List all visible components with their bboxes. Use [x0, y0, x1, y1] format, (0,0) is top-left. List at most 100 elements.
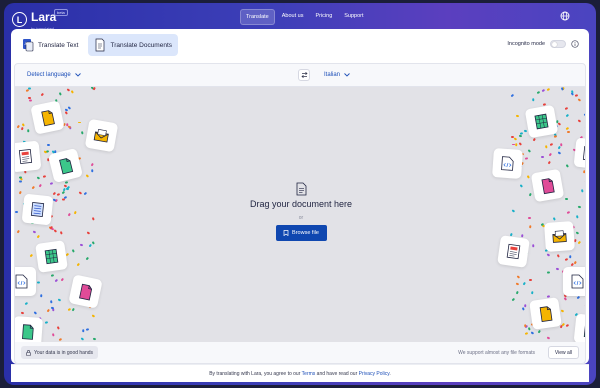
- confetti-piece: [72, 249, 76, 253]
- confetti-piece: [578, 98, 582, 102]
- confetti-piece: [547, 160, 551, 165]
- confetti-piece: [560, 143, 563, 147]
- nav-translate[interactable]: Translate: [240, 9, 275, 25]
- document-dropzone[interactable]: Drag your document here or Browse file: [14, 87, 586, 342]
- incognito-toggle[interactable]: [550, 40, 566, 48]
- data-safety-badge: Your data is in good hands: [21, 346, 99, 359]
- file-type-tile: [530, 168, 565, 203]
- target-language-select[interactable]: Italian: [324, 72, 350, 78]
- confetti-piece: [59, 230, 63, 235]
- confetti-piece: [67, 105, 71, 109]
- terms-link[interactable]: Terms: [302, 371, 317, 377]
- confetti-piece: [515, 282, 519, 286]
- legal-notice: By translating with Lara, you agree to o…: [11, 364, 589, 382]
- formats-support-text: We support almost any file formats: [458, 350, 535, 356]
- confetti-piece: [537, 330, 541, 334]
- privacy-policy-link[interactable]: Privacy Policy: [359, 371, 390, 377]
- confetti-piece: [81, 337, 85, 341]
- file-type-tile: [492, 148, 523, 179]
- brand-logo[interactable]: L Lara by translated beta: [12, 8, 68, 31]
- confetti-piece: [542, 89, 546, 93]
- nav-about-us[interactable]: About us: [277, 9, 309, 25]
- file-type-tile: [563, 267, 585, 296]
- mode-tabs: A Translate Text Translate Documents: [16, 34, 179, 56]
- view-all-formats-button[interactable]: View all: [547, 346, 579, 359]
- confetti-piece: [532, 98, 534, 102]
- translator-card: A Translate Text Translate Documents Inc…: [11, 29, 589, 364]
- confetti-piece: [46, 309, 50, 313]
- confetti-piece: [92, 217, 95, 221]
- tab-translate-documents-label: Translate Documents: [110, 41, 173, 49]
- confetti-piece: [584, 126, 585, 130]
- confetti-piece: [523, 130, 528, 133]
- confetti-piece: [29, 253, 33, 258]
- chevron-down-icon: [74, 73, 81, 77]
- confetti-piece: [55, 279, 59, 283]
- confetti-piece: [527, 216, 531, 219]
- confetti-piece: [42, 175, 47, 179]
- confetti-piece: [516, 275, 521, 279]
- confetti-piece: [512, 143, 516, 146]
- swap-languages-button[interactable]: [298, 69, 310, 81]
- file-type-tile: [15, 140, 42, 173]
- confetti-piece: [80, 243, 84, 246]
- confetti-piece: [585, 218, 586, 221]
- confetti-piece: [50, 275, 55, 278]
- confetti-piece: [66, 123, 68, 127]
- confetti-piece: [41, 93, 45, 97]
- file-type-tile: [35, 240, 68, 273]
- legal-suffix: .: [389, 371, 391, 377]
- confetti-piece: [92, 314, 96, 317]
- nav-support[interactable]: Support: [339, 9, 368, 25]
- tab-translate-text[interactable]: A Translate Text: [16, 34, 84, 56]
- svg-text:A: A: [25, 41, 28, 46]
- confetti-piece: [72, 308, 75, 312]
- confetti-piece: [57, 298, 62, 301]
- source-language-select[interactable]: Detect language: [27, 72, 81, 78]
- confetti-piece: [519, 135, 523, 138]
- confetti-piece: [549, 153, 553, 157]
- confetti-piece: [36, 282, 40, 285]
- confetti-piece: [583, 170, 585, 174]
- confetti-piece: [564, 258, 568, 261]
- confetti-piece: [16, 125, 20, 129]
- confetti-piece: [28, 96, 32, 99]
- browse-file-button[interactable]: Browse file: [275, 225, 327, 241]
- nav-pricing[interactable]: Pricing: [310, 9, 337, 25]
- confetti-piece: [531, 291, 534, 295]
- confetti-piece: [527, 148, 532, 153]
- confetti-piece: [88, 244, 92, 248]
- main-nav: Translate About us Pricing Support: [240, 9, 369, 25]
- globe-icon[interactable]: [560, 11, 570, 21]
- confetti-piece: [85, 174, 90, 178]
- confetti-piece: [532, 244, 535, 248]
- app-window: L Lara by translated beta Translate Abou…: [4, 3, 596, 385]
- confetti-piece: [566, 127, 570, 131]
- dropzone-content: Drag your document here or Browse file: [15, 182, 585, 241]
- browse-file-label: Browse file: [292, 230, 319, 236]
- confetti-piece: [92, 169, 94, 173]
- confetti-piece: [71, 89, 75, 94]
- info-icon[interactable]: [571, 40, 579, 48]
- confetti-piece: [558, 146, 562, 150]
- tab-translate-documents[interactable]: Translate Documents: [88, 34, 179, 56]
- confetti-piece: [559, 325, 563, 329]
- confetti-piece: [40, 294, 43, 298]
- language-bar: Detect language Italian: [14, 63, 586, 87]
- bookmark-file-icon: [283, 230, 289, 236]
- confetti-piece: [67, 308, 71, 311]
- confetti-piece: [555, 267, 559, 270]
- confetti-piece: [545, 144, 548, 149]
- confetti-piece: [524, 332, 528, 335]
- confetti-piece: [574, 261, 578, 265]
- confetti-piece: [557, 151, 562, 155]
- confetti-piece: [59, 92, 63, 96]
- file-type-tile: [68, 274, 103, 309]
- confetti-piece: [518, 142, 522, 146]
- confetti-piece: [524, 157, 528, 160]
- confetti-piece: [577, 241, 581, 245]
- confetti-piece: [515, 114, 519, 117]
- confetti-piece: [93, 337, 97, 340]
- confetti-piece: [65, 253, 70, 257]
- confetti-piece: [527, 175, 531, 179]
